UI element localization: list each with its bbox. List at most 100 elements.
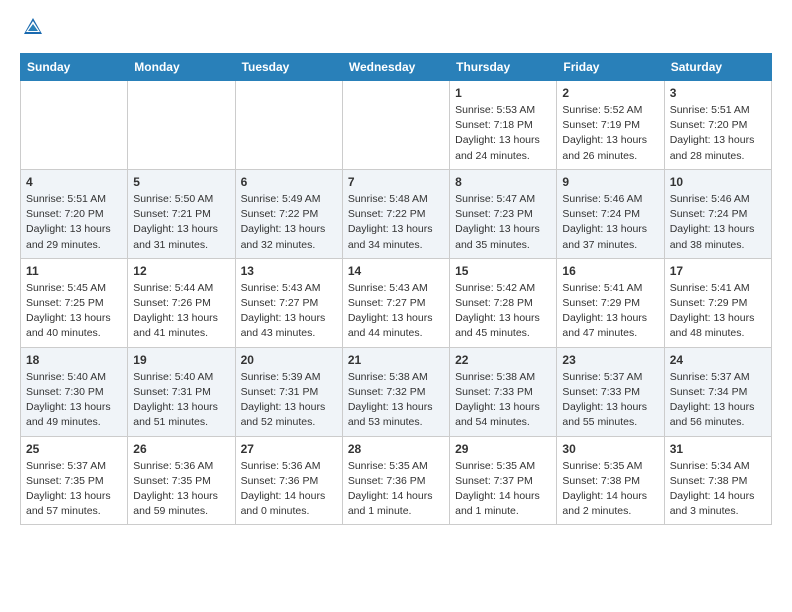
day-number: 30: [562, 442, 658, 456]
calendar-cell: 2 Sunrise: 5:52 AM Sunset: 7:19 PM Daylig…: [557, 81, 664, 170]
calendar-cell: 27 Sunrise: 5:36 AM Sunset: 7:36 PM Dayli…: [235, 436, 342, 525]
logo: [20, 16, 44, 43]
calendar-cell: 24 Sunrise: 5:37 AM Sunset: 7:34 PM Dayli…: [664, 347, 771, 436]
day-number: 26: [133, 442, 229, 456]
calendar-cell: 1Sunrise: 5:53 AM Sunset: 7:18 PM Daylig…: [450, 81, 557, 170]
day-number: 12: [133, 264, 229, 278]
day-number: 2: [562, 86, 658, 100]
day-info: Sunrise: 5:36 AM Sunset: 7:36 PM Dayligh…: [241, 459, 337, 520]
calendar-cell: 22 Sunrise: 5:38 AM Sunset: 7:33 PM Dayli…: [450, 347, 557, 436]
day-number: 28: [348, 442, 444, 456]
day-info: Sunrise: 5:44 AM Sunset: 7:26 PM Dayligh…: [133, 281, 229, 342]
calendar-table: SundayMondayTuesdayWednesdayThursdayFrid…: [20, 53, 772, 525]
day-info: Sunrise: 5:35 AM Sunset: 7:36 PM Dayligh…: [348, 459, 444, 520]
day-info: Sunrise: 5:42 AM Sunset: 7:28 PM Dayligh…: [455, 281, 551, 342]
calendar-cell: 18Sunrise: 5:40 AM Sunset: 7:30 PM Dayli…: [21, 347, 128, 436]
calendar-cell: 16 Sunrise: 5:41 AM Sunset: 7:29 PM Dayli…: [557, 258, 664, 347]
calendar-cell: 28 Sunrise: 5:35 AM Sunset: 7:36 PM Dayli…: [342, 436, 449, 525]
day-number: 6: [241, 175, 337, 189]
day-info: Sunrise: 5:39 AM Sunset: 7:31 PM Dayligh…: [241, 370, 337, 431]
day-number: 27: [241, 442, 337, 456]
day-number: 5: [133, 175, 229, 189]
day-info: Sunrise: 5:51 AM Sunset: 7:20 PM Dayligh…: [26, 192, 122, 253]
day-number: 3: [670, 86, 766, 100]
calendar-cell: 23Sunrise: 5:37 AM Sunset: 7:33 PM Dayli…: [557, 347, 664, 436]
calendar-cell: [128, 81, 235, 170]
day-info: Sunrise: 5:48 AM Sunset: 7:22 PM Dayligh…: [348, 192, 444, 253]
calendar-cell: 5 Sunrise: 5:50 AM Sunset: 7:21 PM Daylig…: [128, 169, 235, 258]
calendar-cell: 10Sunrise: 5:46 AM Sunset: 7:24 PM Dayli…: [664, 169, 771, 258]
calendar-cell: 20 Sunrise: 5:39 AM Sunset: 7:31 PM Dayli…: [235, 347, 342, 436]
day-info: Sunrise: 5:37 AM Sunset: 7:34 PM Dayligh…: [670, 370, 766, 431]
calendar-cell: 3 Sunrise: 5:51 AM Sunset: 7:20 PM Daylig…: [664, 81, 771, 170]
day-info: Sunrise: 5:34 AM Sunset: 7:38 PM Dayligh…: [670, 459, 766, 520]
weekday-header-monday: Monday: [128, 54, 235, 81]
calendar-cell: 7 Sunrise: 5:48 AM Sunset: 7:22 PM Daylig…: [342, 169, 449, 258]
day-info: Sunrise: 5:46 AM Sunset: 7:24 PM Dayligh…: [562, 192, 658, 253]
weekday-header-row: SundayMondayTuesdayWednesdayThursdayFrid…: [21, 54, 772, 81]
day-number: 24: [670, 353, 766, 367]
day-info: Sunrise: 5:52 AM Sunset: 7:19 PM Dayligh…: [562, 103, 658, 164]
week-row-1: 1Sunrise: 5:53 AM Sunset: 7:18 PM Daylig…: [21, 81, 772, 170]
day-number: 19: [133, 353, 229, 367]
day-number: 14: [348, 264, 444, 278]
weekday-header-sunday: Sunday: [21, 54, 128, 81]
day-number: 21: [348, 353, 444, 367]
calendar-cell: 11Sunrise: 5:45 AM Sunset: 7:25 PM Dayli…: [21, 258, 128, 347]
day-info: Sunrise: 5:35 AM Sunset: 7:38 PM Dayligh…: [562, 459, 658, 520]
weekday-header-saturday: Saturday: [664, 54, 771, 81]
day-number: 15: [455, 264, 551, 278]
calendar-cell: 26 Sunrise: 5:36 AM Sunset: 7:35 PM Dayli…: [128, 436, 235, 525]
calendar-cell: 29Sunrise: 5:35 AM Sunset: 7:37 PM Dayli…: [450, 436, 557, 525]
calendar-cell: [21, 81, 128, 170]
day-number: 8: [455, 175, 551, 189]
week-row-5: 25Sunrise: 5:37 AM Sunset: 7:35 PM Dayli…: [21, 436, 772, 525]
weekday-header-thursday: Thursday: [450, 54, 557, 81]
weekday-header-tuesday: Tuesday: [235, 54, 342, 81]
day-number: 10: [670, 175, 766, 189]
calendar-cell: 4Sunrise: 5:51 AM Sunset: 7:20 PM Daylig…: [21, 169, 128, 258]
calendar-cell: 14 Sunrise: 5:43 AM Sunset: 7:27 PM Dayli…: [342, 258, 449, 347]
day-info: Sunrise: 5:51 AM Sunset: 7:20 PM Dayligh…: [670, 103, 766, 164]
calendar-cell: 6 Sunrise: 5:49 AM Sunset: 7:22 PM Daylig…: [235, 169, 342, 258]
calendar-cell: 8 Sunrise: 5:47 AM Sunset: 7:23 PM Daylig…: [450, 169, 557, 258]
calendar-cell: 15 Sunrise: 5:42 AM Sunset: 7:28 PM Dayli…: [450, 258, 557, 347]
day-number: 17: [670, 264, 766, 278]
day-info: Sunrise: 5:38 AM Sunset: 7:33 PM Dayligh…: [455, 370, 551, 431]
weekday-header-wednesday: Wednesday: [342, 54, 449, 81]
day-info: Sunrise: 5:43 AM Sunset: 7:27 PM Dayligh…: [348, 281, 444, 342]
calendar-cell: [342, 81, 449, 170]
day-info: Sunrise: 5:49 AM Sunset: 7:22 PM Dayligh…: [241, 192, 337, 253]
calendar-cell: [235, 81, 342, 170]
day-number: 7: [348, 175, 444, 189]
week-row-2: 4Sunrise: 5:51 AM Sunset: 7:20 PM Daylig…: [21, 169, 772, 258]
day-number: 16: [562, 264, 658, 278]
day-info: Sunrise: 5:37 AM Sunset: 7:35 PM Dayligh…: [26, 459, 122, 520]
day-info: Sunrise: 5:47 AM Sunset: 7:23 PM Dayligh…: [455, 192, 551, 253]
page-header: [20, 16, 772, 43]
calendar-cell: 17 Sunrise: 5:41 AM Sunset: 7:29 PM Dayli…: [664, 258, 771, 347]
day-info: Sunrise: 5:53 AM Sunset: 7:18 PM Dayligh…: [455, 103, 551, 164]
day-info: Sunrise: 5:40 AM Sunset: 7:31 PM Dayligh…: [133, 370, 229, 431]
day-info: Sunrise: 5:41 AM Sunset: 7:29 PM Dayligh…: [562, 281, 658, 342]
week-row-3: 11Sunrise: 5:45 AM Sunset: 7:25 PM Dayli…: [21, 258, 772, 347]
day-info: Sunrise: 5:41 AM Sunset: 7:29 PM Dayligh…: [670, 281, 766, 342]
calendar-cell: 30 Sunrise: 5:35 AM Sunset: 7:38 PM Dayli…: [557, 436, 664, 525]
day-info: Sunrise: 5:38 AM Sunset: 7:32 PM Dayligh…: [348, 370, 444, 431]
day-number: 11: [26, 264, 122, 278]
day-number: 23: [562, 353, 658, 367]
calendar-cell: 31 Sunrise: 5:34 AM Sunset: 7:38 PM Dayli…: [664, 436, 771, 525]
logo-icon: [22, 16, 44, 38]
day-number: 31: [670, 442, 766, 456]
day-info: Sunrise: 5:50 AM Sunset: 7:21 PM Dayligh…: [133, 192, 229, 253]
day-number: 22: [455, 353, 551, 367]
calendar-cell: 19 Sunrise: 5:40 AM Sunset: 7:31 PM Dayli…: [128, 347, 235, 436]
calendar-cell: 21 Sunrise: 5:38 AM Sunset: 7:32 PM Dayli…: [342, 347, 449, 436]
day-info: Sunrise: 5:40 AM Sunset: 7:30 PM Dayligh…: [26, 370, 122, 431]
day-number: 13: [241, 264, 337, 278]
calendar-cell: 25Sunrise: 5:37 AM Sunset: 7:35 PM Dayli…: [21, 436, 128, 525]
day-number: 20: [241, 353, 337, 367]
day-info: Sunrise: 5:36 AM Sunset: 7:35 PM Dayligh…: [133, 459, 229, 520]
calendar-cell: 9Sunrise: 5:46 AM Sunset: 7:24 PM Daylig…: [557, 169, 664, 258]
calendar-cell: 12 Sunrise: 5:44 AM Sunset: 7:26 PM Dayli…: [128, 258, 235, 347]
